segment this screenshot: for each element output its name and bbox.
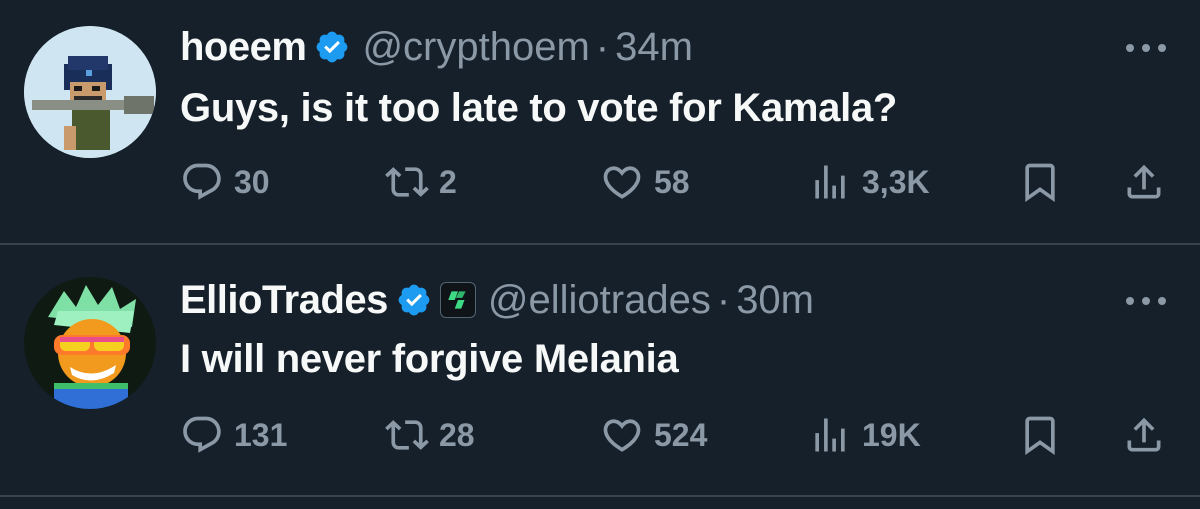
user-handle[interactable]: @crypthoem <box>362 25 589 70</box>
tweet-header: hoeem @crypthoem · 34m <box>180 22 693 72</box>
share-icon <box>1127 164 1161 199</box>
repost-button[interactable]: 28 <box>385 410 475 460</box>
avatar[interactable] <box>24 26 156 158</box>
timestamp[interactable]: 34m <box>615 25 693 70</box>
view-count: 19K <box>862 416 921 453</box>
share-button[interactable] <box>1122 157 1166 207</box>
separator-dot: · <box>716 277 731 322</box>
user-handle[interactable]: @elliotrades <box>488 278 711 323</box>
heart-icon <box>603 166 641 199</box>
repost-button[interactable]: 2 <box>385 157 457 207</box>
timestamp[interactable]: 30m <box>736 278 814 323</box>
share-button[interactable] <box>1122 410 1166 460</box>
repost-count: 2 <box>439 163 457 200</box>
pixel-art-avatar-icon <box>24 26 156 158</box>
avatar[interactable] <box>24 277 156 409</box>
like-button[interactable]: 58 <box>600 157 690 207</box>
tweet-divider <box>0 495 1200 497</box>
repost-icon <box>385 167 429 197</box>
more-options-icon[interactable] <box>1126 42 1166 54</box>
affiliate-logo-icon <box>448 291 466 309</box>
views-button[interactable]: 19K <box>808 410 921 460</box>
views-button[interactable]: 3,3K <box>808 157 930 207</box>
repost-icon <box>385 420 429 450</box>
bookmark-icon <box>1025 416 1055 456</box>
reply-count: 131 <box>234 416 288 453</box>
separator-dot: · <box>595 24 610 69</box>
verified-badge-icon <box>398 284 430 316</box>
bookmark-icon <box>1025 163 1055 203</box>
more-options-icon[interactable] <box>1126 295 1166 307</box>
bookmark-button[interactable] <box>1018 410 1062 460</box>
tweet-text: Guys, is it too late to vote for Kamala? <box>180 86 898 130</box>
tweet-actions: 30 2 58 3,3K <box>180 157 1170 207</box>
view-count: 3,3K <box>862 163 930 200</box>
tweet-header: EllioTrades @elliotrades · 30m <box>180 275 814 325</box>
share-icon <box>1127 417 1161 452</box>
views-chart-icon <box>815 418 845 452</box>
reply-button[interactable]: 131 <box>180 410 287 460</box>
display-name[interactable]: hoeem <box>180 25 307 70</box>
reply-icon <box>183 163 221 200</box>
tweet-text: I will never forgive Melania <box>180 337 679 381</box>
affiliate-badge[interactable] <box>439 282 476 318</box>
reply-button[interactable]: 30 <box>180 157 270 207</box>
heart-icon <box>603 419 641 452</box>
like-button[interactable]: 524 <box>600 410 707 460</box>
display-name[interactable]: EllioTrades <box>180 278 388 323</box>
verified-badge-icon <box>317 31 348 63</box>
cartoon-orange-avatar-icon <box>24 277 156 409</box>
tweet-actions: 131 28 524 19K <box>180 410 1170 460</box>
like-count: 524 <box>654 416 708 453</box>
bookmark-button[interactable] <box>1018 157 1062 207</box>
reply-icon <box>183 416 221 453</box>
reply-count: 30 <box>234 163 270 200</box>
views-chart-icon <box>815 165 845 199</box>
repost-count: 28 <box>439 416 475 453</box>
tweet[interactable]: hoeem @crypthoem · 34m Guys, is it too l… <box>0 0 1200 245</box>
like-count: 58 <box>654 163 690 200</box>
tweet[interactable]: EllioTrades @elliotrades · 30m I will ne… <box>0 245 1200 497</box>
